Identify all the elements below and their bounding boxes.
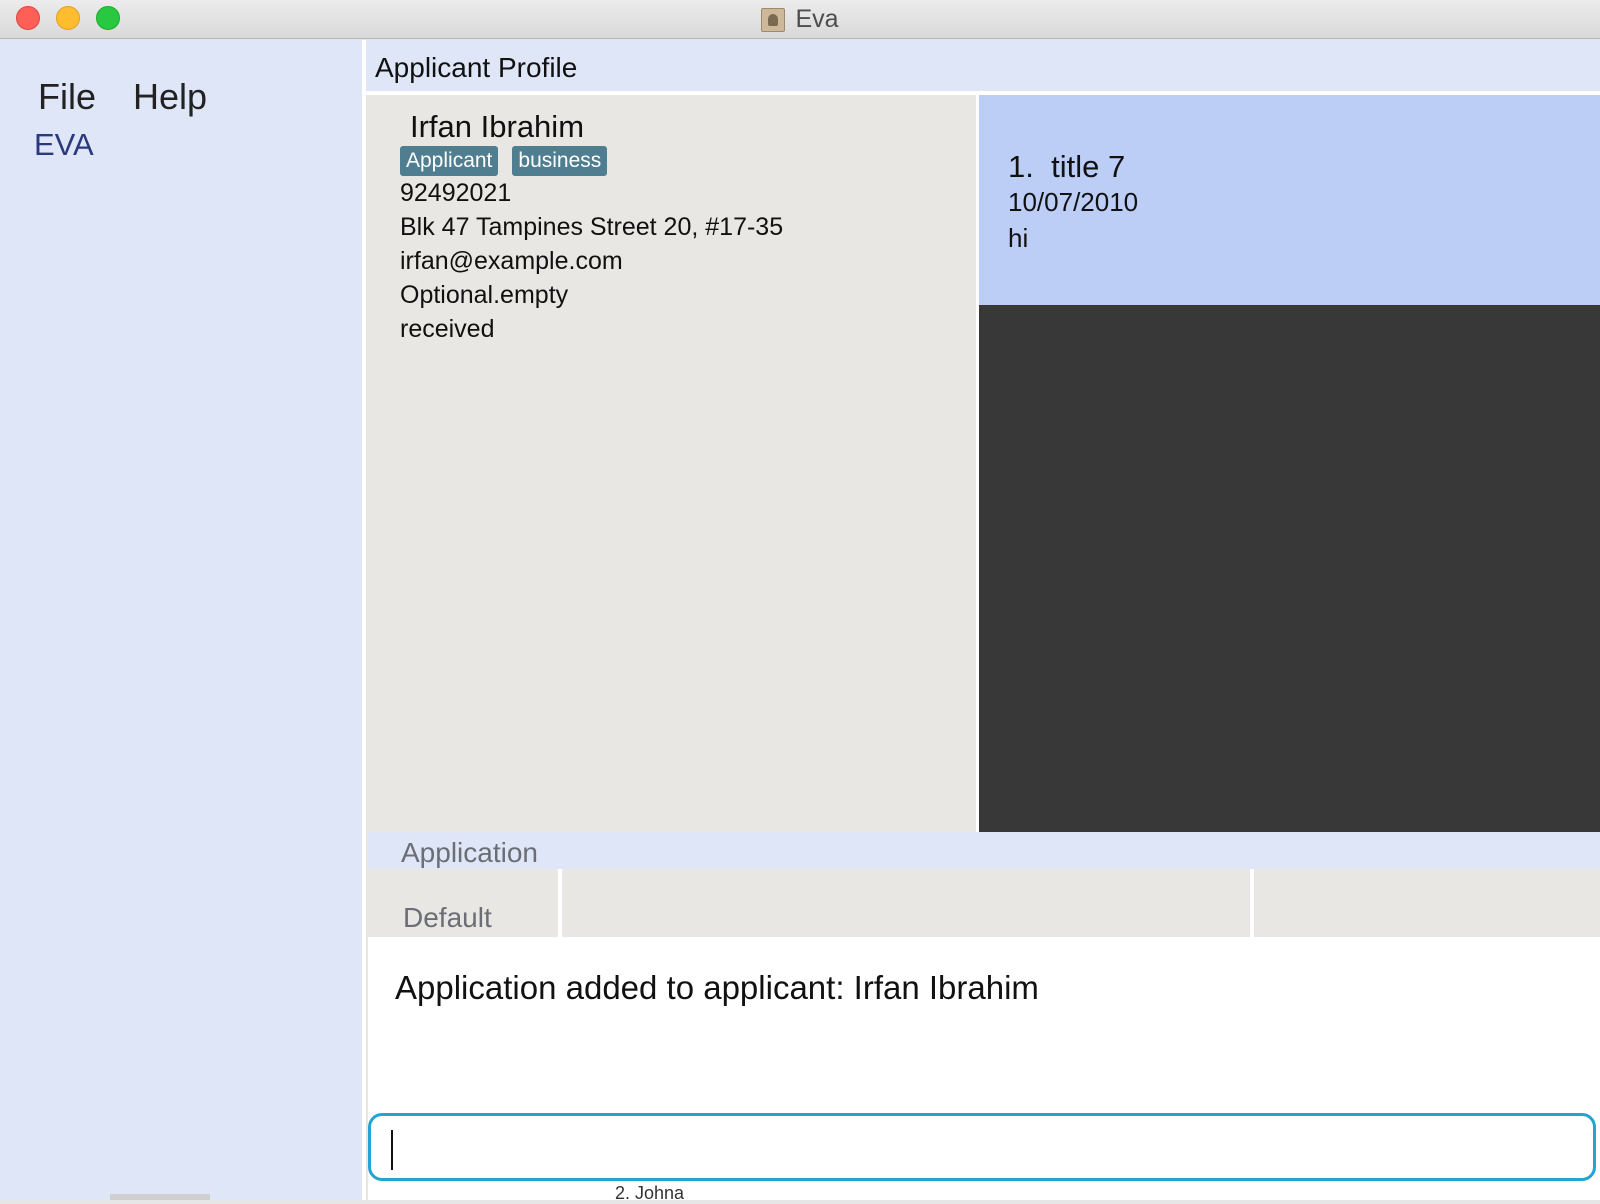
application-list-panel[interactable]: 1. title 7 10/07/2010 hi: [979, 95, 1600, 832]
application-tab-label: Application: [401, 837, 538, 868]
applicant-optional-field: Optional.empty: [400, 281, 569, 309]
application-title: title 7: [1051, 149, 1126, 184]
application-index: 1.: [1008, 149, 1034, 184]
contact-book-icon: [761, 7, 786, 32]
applicant-address: Blk 47 Tampines Street 20, #17-35: [400, 213, 784, 241]
command-box[interactable]: [368, 1113, 1596, 1181]
title-bar: Eva: [0, 0, 1600, 39]
tag-applicant: Applicant: [400, 146, 499, 176]
menu-file[interactable]: File: [38, 76, 96, 118]
applicant-name: Irfan Ibrahim: [410, 109, 585, 144]
background-window-text: 2. Johna: [615, 1183, 685, 1203]
menu-help[interactable]: Help: [133, 76, 207, 118]
window-title: Eva: [0, 0, 1600, 39]
applicant-details-panel: Irfan Ibrahim Applicant business 9249202…: [368, 95, 976, 832]
application-status-row: Default: [368, 869, 1600, 937]
page-title: Applicant Profile: [375, 52, 578, 83]
app-brand: EVA: [34, 127, 94, 162]
applicant-email: irfan@example.com: [400, 247, 623, 275]
sidebar-divider: [362, 40, 366, 1200]
application-card-title: 1. title 7: [1008, 149, 1125, 185]
applicant-phone: 92492021: [400, 179, 512, 207]
command-area: [368, 1110, 1600, 1200]
status-divider: [558, 869, 562, 937]
status-divider: [1250, 869, 1254, 937]
result-display: Application added to applicant: Irfan Ib…: [368, 937, 1600, 1110]
tag-business: business: [512, 146, 608, 176]
applicant-tags: Applicant business: [400, 146, 621, 176]
application-date: 10/07/2010: [1008, 187, 1139, 217]
applicant-status: received: [400, 315, 495, 343]
command-input[interactable]: [385, 1122, 1579, 1174]
text-caret: [391, 1130, 393, 1170]
result-message: Application added to applicant: Irfan Ib…: [395, 969, 1039, 1006]
application-tab-bar: Application: [368, 832, 1600, 869]
application-card[interactable]: 1. title 7 10/07/2010 hi: [979, 95, 1600, 305]
application-description: hi: [1008, 223, 1029, 253]
window-title-text: Eva: [795, 5, 839, 33]
status-default-label: Default: [403, 902, 492, 933]
sidebar: File Help EVA: [0, 40, 362, 1200]
background-window-edge: [110, 1194, 210, 1200]
profile-header: Applicant Profile: [366, 40, 1600, 91]
